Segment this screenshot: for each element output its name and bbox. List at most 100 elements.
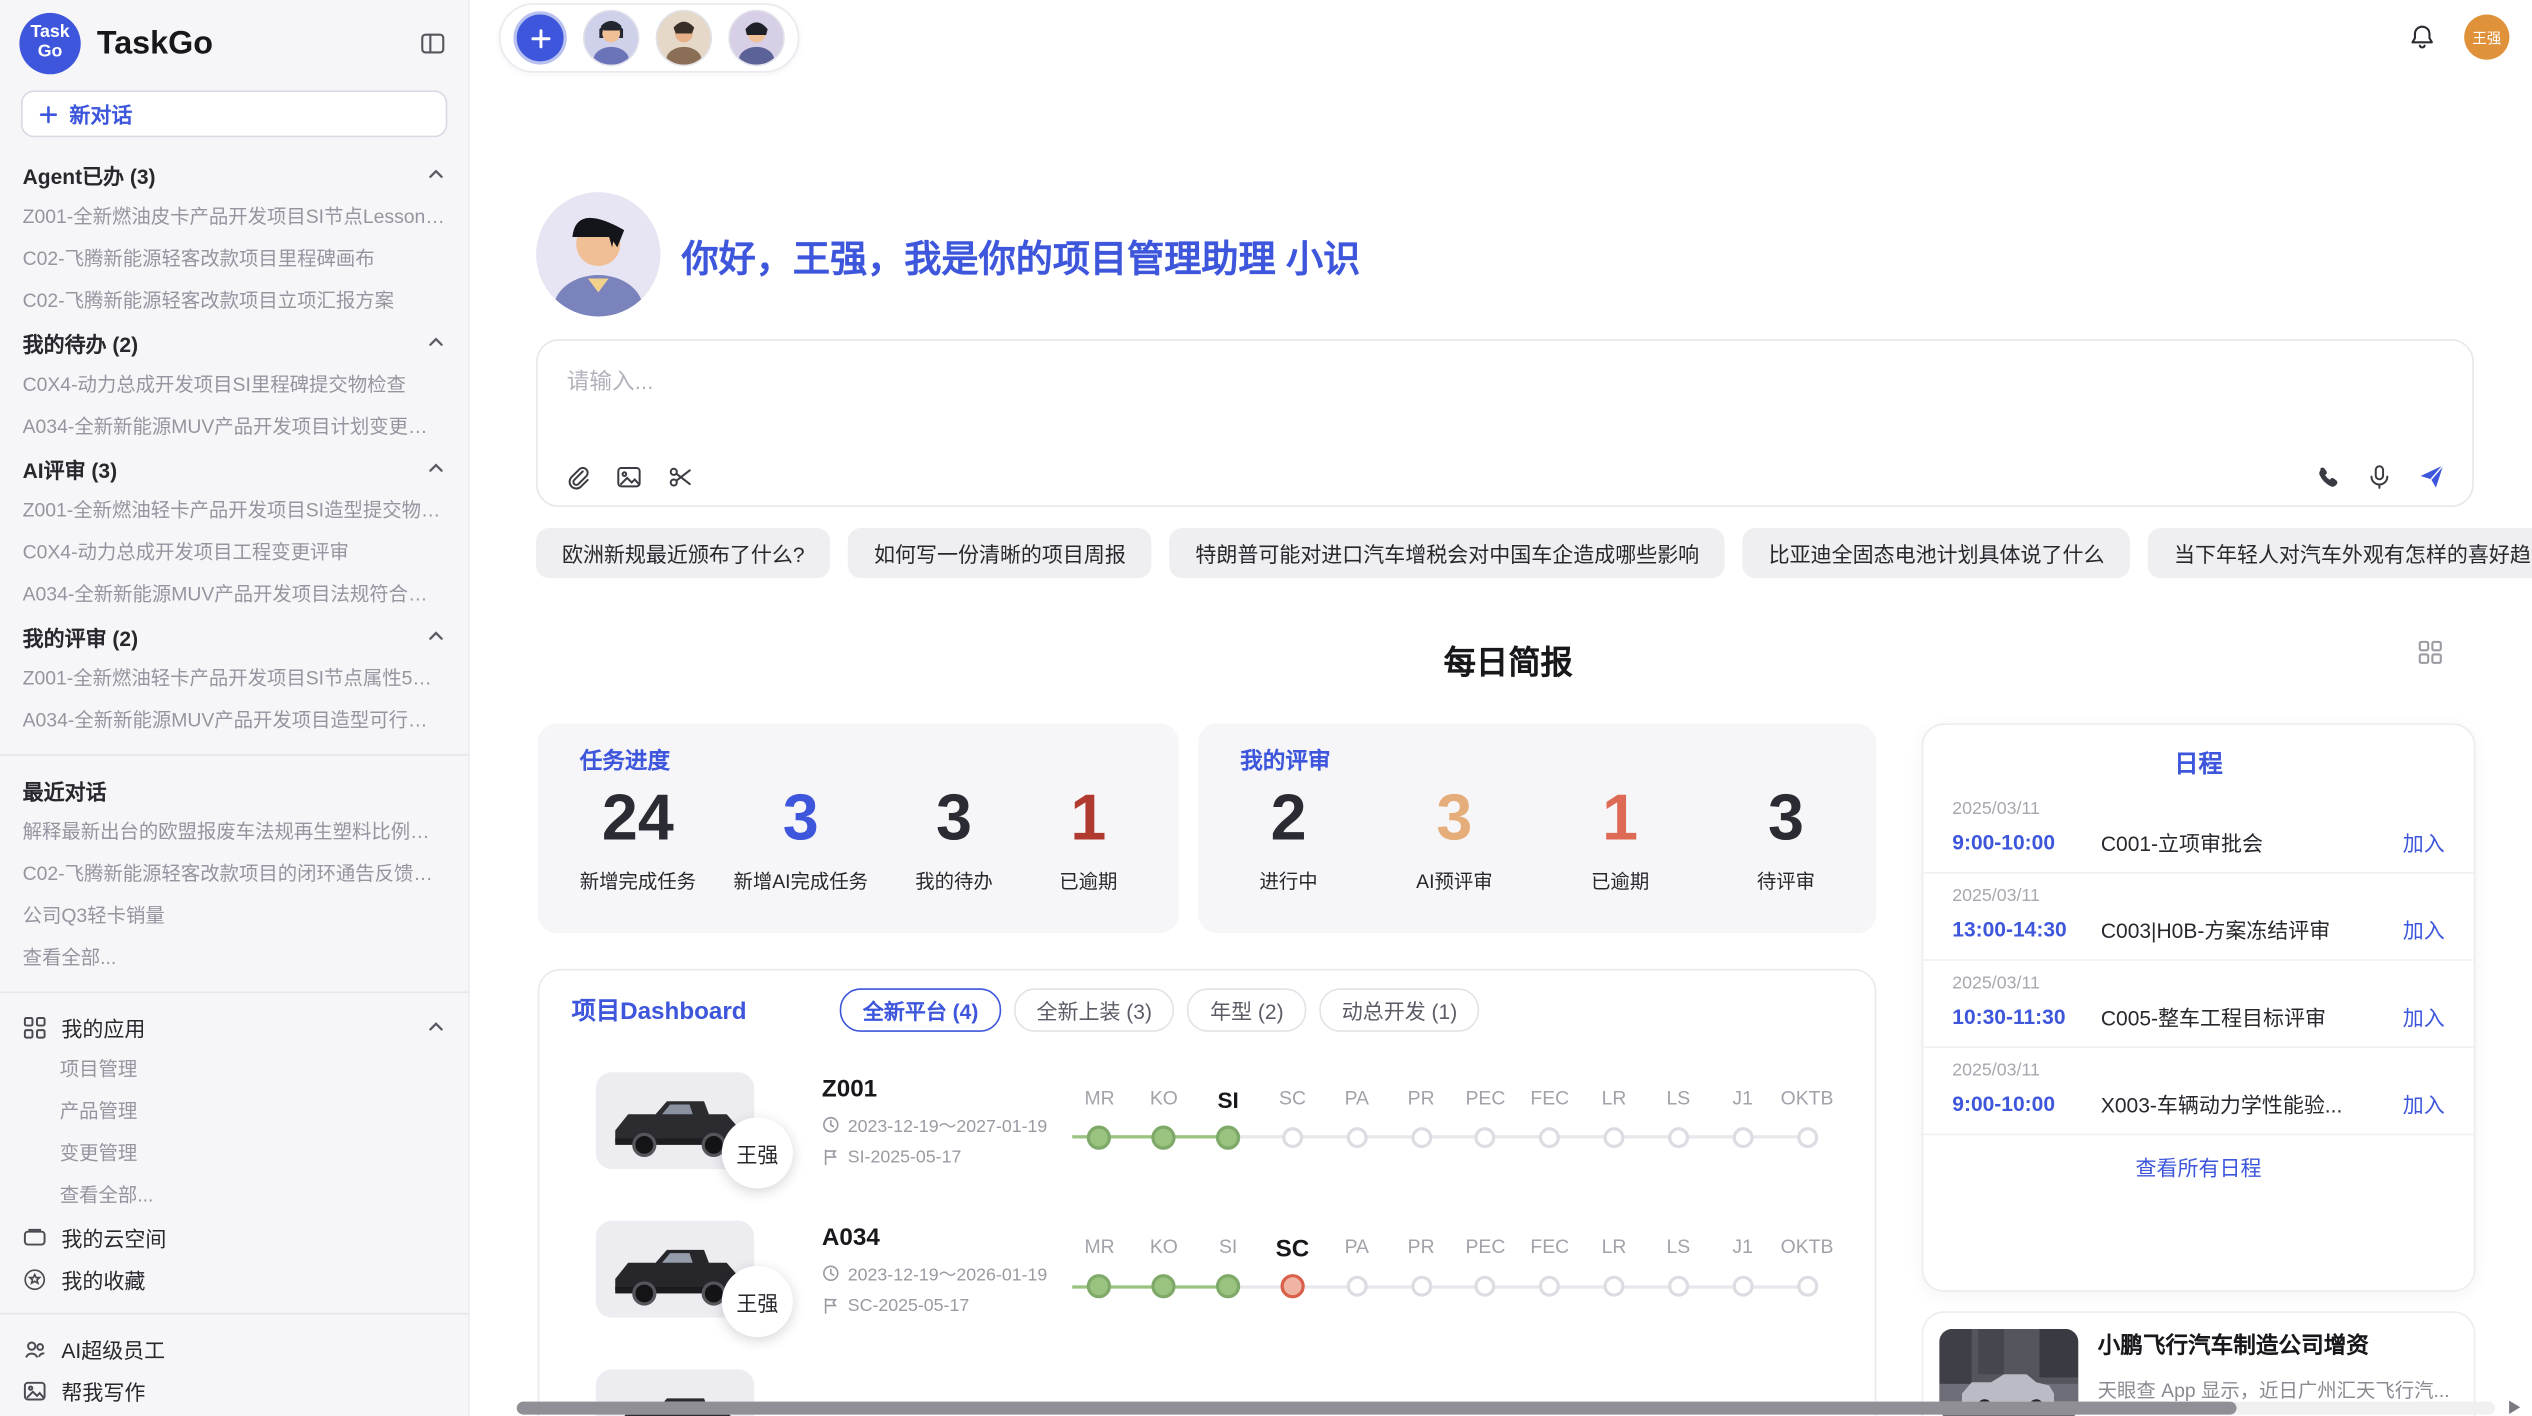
user-avatar[interactable]: 王强 — [2464, 15, 2509, 60]
card-title: 我的评审 — [1240, 744, 1834, 776]
notification-bell-icon[interactable] — [2408, 23, 2437, 52]
app-link-product-mgmt[interactable]: 产品管理 — [0, 1090, 468, 1132]
sidebar-item[interactable]: Z001-全新燃油轻卡产品开发项目SI造型提交物评审 — [0, 489, 468, 531]
project-info: Z001 2023-12-19～2027-01-19 SI-2025-05-17 — [822, 1075, 1067, 1167]
agent-avatar[interactable] — [728, 10, 785, 67]
agent-avatar[interactable] — [583, 10, 640, 67]
schedule-item[interactable]: 2025/03/11 9:00-10:00 C001-立项审批会 加入 — [1923, 786, 2474, 873]
schedule-card: 日程 2025/03/11 9:00-10:00 C001-立项审批会 加入 2… — [1922, 723, 2476, 1291]
schedule-item[interactable]: 2025/03/11 10:30-11:30 C005-整车工程目标评审 加入 — [1923, 961, 2474, 1048]
agent-crew-bar — [499, 3, 799, 72]
sidebar-item-help-write[interactable]: 帮我写作 — [0, 1369, 468, 1411]
milestone-label: OKTB — [1775, 1235, 1839, 1262]
event-time: 13:00-14:30 — [1952, 917, 2101, 941]
join-link[interactable]: 加入 — [2403, 827, 2445, 858]
sidebar-item-cloud-space[interactable]: 我的云空间 — [0, 1216, 468, 1258]
section-my-review[interactable]: 我的评审 (2) — [0, 615, 468, 657]
send-icon[interactable] — [2417, 462, 2446, 491]
suggestion-chip[interactable]: 当下年轻人对汽车外观有怎样的喜好趋势 — [2148, 528, 2532, 578]
tab-year-model[interactable]: 年型 (2) — [1188, 988, 1307, 1032]
suggestion-chips: 欧洲新规最近颁布了什么? 如何写一份清晰的项目周报 特朗普可能对进口汽车增税会对… — [536, 528, 2532, 578]
layout-grid-icon[interactable] — [2417, 639, 2443, 665]
sidebar-item[interactable]: A034-全新新能源MUV产品开发项目造型可行性评审 — [0, 699, 468, 741]
sidebar-item[interactable]: C0X4-动力总成开发项目工程变更评审 — [0, 531, 468, 573]
milestone-label: MR — [1067, 1087, 1131, 1113]
sidebar-item[interactable]: C0X4-动力总成开发项目SI里程碑提交物检查 — [0, 363, 468, 405]
scissors-icon[interactable] — [667, 463, 694, 490]
app-window: Task Go TaskGo 新对话 Agent已办 (3) Z001-全新燃油… — [0, 0, 2532, 1416]
event-title: C001-立项审批会 — [2101, 827, 2387, 858]
recent-chat-item[interactable]: 查看全部... — [0, 937, 468, 979]
project-dates: 2023-12-19～2027-01-19 — [822, 1112, 1067, 1138]
view-all-schedule-link[interactable]: 查看所有日程 — [1923, 1135, 2474, 1198]
sidebar-item-creative-draw[interactable]: 创意制图 — [0, 1411, 468, 1416]
phone-icon[interactable] — [2314, 463, 2341, 490]
horizontal-scrollbar-track[interactable] — [517, 1402, 2495, 1415]
section-recent-chats: 最近对话 — [0, 769, 468, 811]
section-agent-done[interactable]: Agent已办 (3) — [0, 153, 468, 195]
scroll-right-arrow-icon[interactable] — [2506, 1398, 2524, 1416]
favorites-label: 我的收藏 — [61, 1264, 145, 1295]
project-row[interactable]: 王强 A034 2023-12-19～2026-01-19 SC-2025-05… — [539, 1195, 1874, 1344]
suggestion-chip[interactable]: 欧洲新规最近颁布了什么? — [536, 528, 830, 578]
app-link-view-all[interactable]: 查看全部... — [0, 1174, 468, 1216]
milestone-dot — [1604, 1126, 1625, 1147]
schedule-item[interactable]: 2025/03/11 13:00-14:30 C003|H0B-方案冻结评审 加… — [1923, 874, 2474, 961]
microphone-icon[interactable] — [2366, 463, 2393, 490]
sidebar-item[interactable]: A034-全新新能源MUV产品开发项目计划变更表编写 — [0, 405, 468, 447]
project-node: SC-2025-05-17 — [822, 1296, 1067, 1315]
cloud-drive-icon — [23, 1225, 47, 1249]
project-row[interactable]: 王强 Z001 2023-12-19～2027-01-19 SI-2025-05… — [539, 1046, 1874, 1195]
chevron-up-icon[interactable] — [426, 627, 445, 646]
app-link-change-mgmt[interactable]: 变更管理 — [0, 1132, 468, 1174]
tab-new-body[interactable]: 全新上装 (3) — [1014, 988, 1175, 1032]
chevron-up-icon[interactable] — [426, 165, 445, 184]
collapse-sidebar-icon[interactable] — [417, 27, 449, 59]
section-title: Agent已办 (3) — [23, 159, 156, 190]
my-apps-label: 我的应用 — [61, 1012, 145, 1043]
image-icon[interactable] — [615, 463, 642, 490]
suggestion-chip[interactable]: 如何写一份清晰的项目周报 — [848, 528, 1152, 578]
stat: 24新增完成任务 — [580, 780, 696, 895]
chevron-up-icon[interactable] — [426, 459, 445, 478]
join-link[interactable]: 加入 — [2403, 1088, 2445, 1119]
horizontal-scrollbar-thumb[interactable] — [517, 1402, 2237, 1415]
attachment-icon[interactable] — [564, 463, 591, 490]
project-image-wrap: 王强 — [596, 1221, 754, 1318]
milestone-dot — [1152, 1274, 1176, 1298]
sidebar-item[interactable]: A034-全新新能源MUV产品开发项目法规符合性评审 — [0, 573, 468, 615]
chat-input[interactable] — [538, 341, 2473, 451]
agent-avatar[interactable] — [656, 10, 713, 67]
add-agent-button[interactable] — [514, 11, 567, 64]
sidebar-item[interactable]: C02-飞腾新能源轻客改款项目里程碑画布 — [0, 237, 468, 279]
section-ai-review[interactable]: AI评审 (3) — [0, 447, 468, 489]
milestone-label: LR — [1582, 1087, 1646, 1113]
help-write-label: 帮我写作 — [61, 1375, 145, 1406]
milestone-label: SC — [1260, 1087, 1324, 1113]
join-link[interactable]: 加入 — [2403, 914, 2445, 945]
join-link[interactable]: 加入 — [2403, 1001, 2445, 1032]
news-card[interactable]: 小鹏飞行汽车制造公司增资 天眼查 App 显示，近日广州汇天飞行汽... — [1922, 1311, 2476, 1416]
project-image-wrap: 王强 — [596, 1072, 754, 1169]
sidebar-item[interactable]: Z001-全新燃油轻卡产品开发项目SI节点属性5D文件评审 — [0, 657, 468, 699]
schedule-item[interactable]: 2025/03/11 9:00-10:00 X003-车辆动力学性能验... 加… — [1923, 1048, 2474, 1135]
sidebar-item-my-apps[interactable]: 我的应用 — [0, 1006, 468, 1048]
suggestion-chip[interactable]: 特朗普可能对进口汽车增税会对中国车企造成哪些影响 — [1170, 528, 1726, 578]
sidebar-item[interactable]: C02-飞腾新能源轻客改款项目立项汇报方案 — [0, 279, 468, 321]
chevron-up-icon[interactable] — [426, 333, 445, 352]
tab-powertrain[interactable]: 动总开发 (1) — [1319, 988, 1480, 1032]
sidebar-item-ai-super-staff[interactable]: AI超级员工 — [0, 1327, 468, 1369]
recent-chat-item[interactable]: C02-飞腾新能源轻客改款项目的闭环通告反馈情况 — [0, 853, 468, 895]
tab-new-platform[interactable]: 全新平台 (4) — [840, 988, 1001, 1032]
sidebar-item-favorites[interactable]: 我的收藏 — [0, 1258, 468, 1300]
project-code: Z001 — [822, 1075, 1067, 1102]
new-chat-button[interactable]: 新对话 — [21, 90, 447, 137]
sidebar-item[interactable]: Z001-全新燃油皮卡产品开发项目SI节点Lesson Learn报告 — [0, 195, 468, 237]
milestone-label: LS — [1646, 1087, 1710, 1113]
app-link-project-mgmt[interactable]: 项目管理 — [0, 1048, 468, 1090]
section-my-todo[interactable]: 我的待办 (2) — [0, 321, 468, 363]
recent-chat-item[interactable]: 公司Q3轻卡销量 — [0, 895, 468, 937]
chevron-up-icon[interactable] — [426, 1017, 445, 1036]
recent-chat-item[interactable]: 解释最新出台的欧盟报废车法规再生塑料比例被调至15%... — [0, 811, 468, 853]
suggestion-chip[interactable]: 比亚迪全固态电池计划具体说了什么 — [1743, 528, 2131, 578]
